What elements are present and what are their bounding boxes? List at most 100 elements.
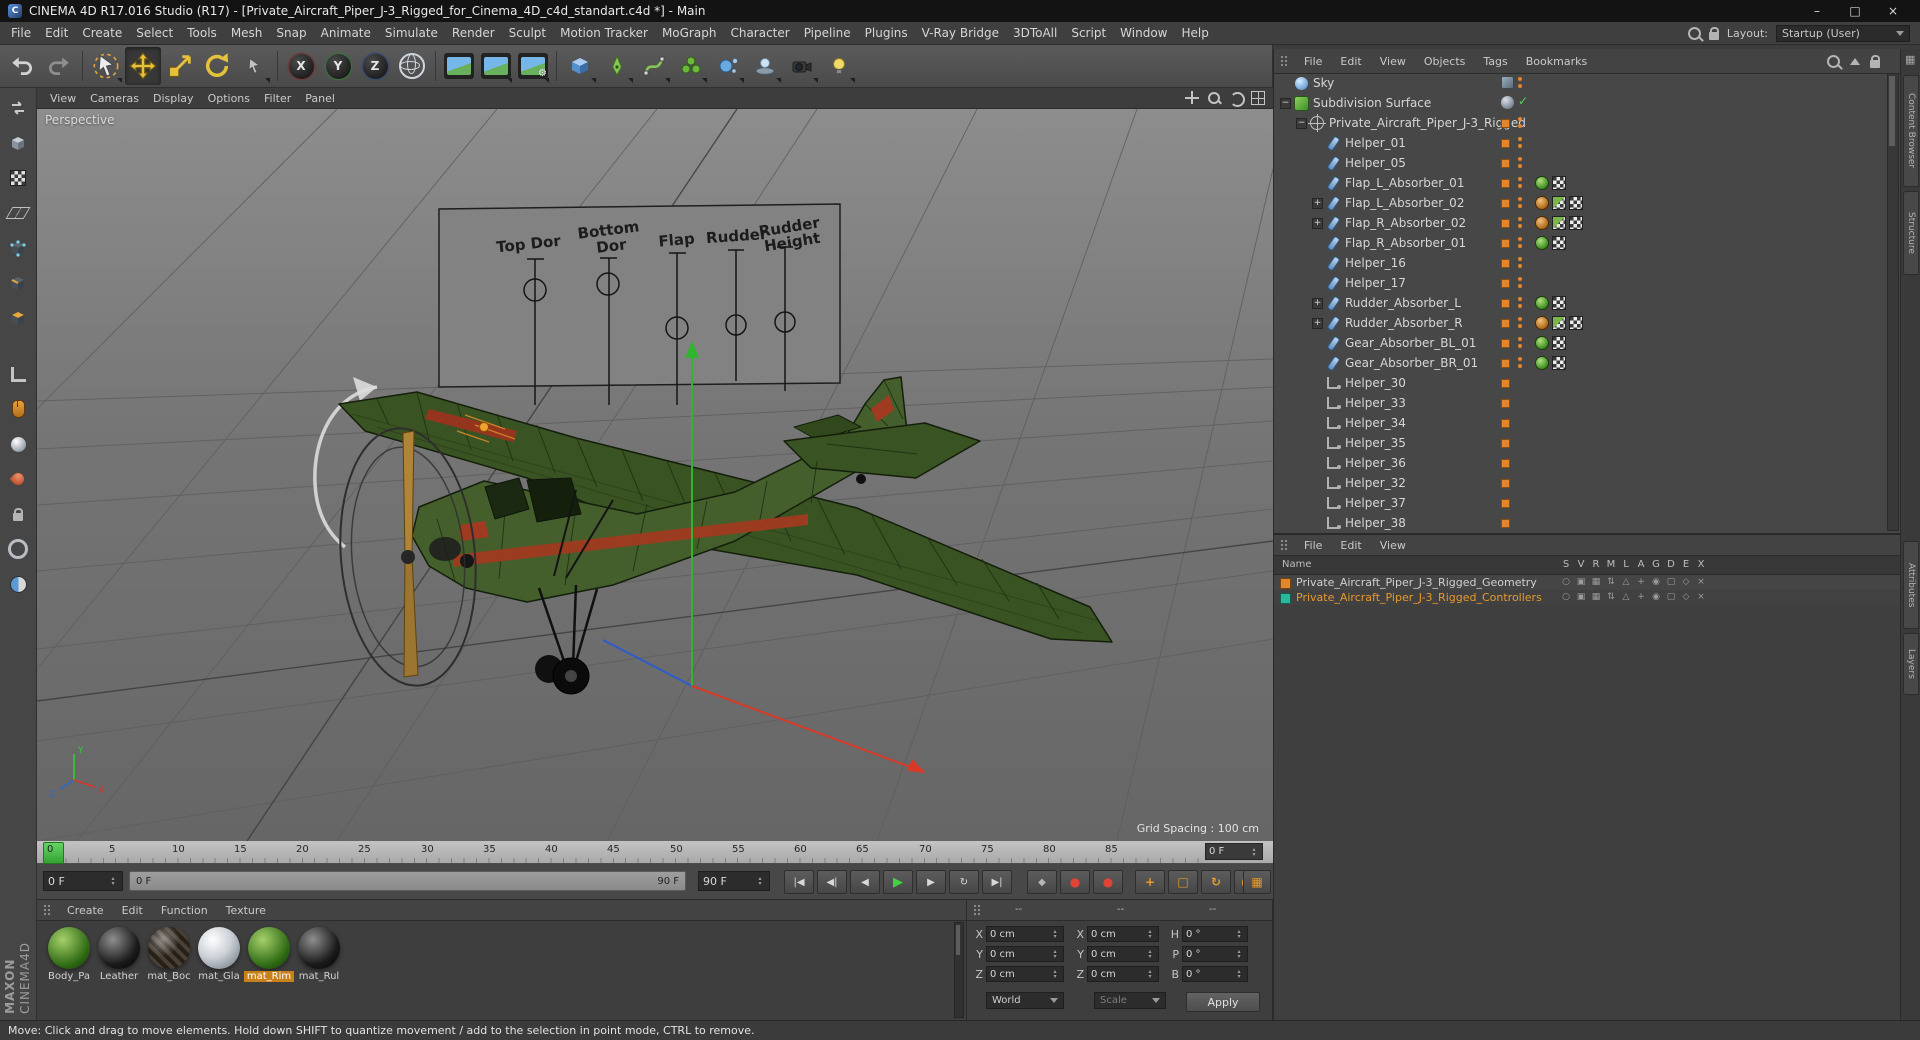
tree-item-helper-34[interactable]: Helper_34	[1274, 413, 1888, 433]
visibility-dots-icon[interactable]	[1518, 197, 1522, 201]
toggle-xref-icon[interactable]: ×	[1694, 577, 1708, 587]
toggle-generators-icon[interactable]: ◉	[1649, 592, 1663, 602]
size-y-field[interactable]: 0 cm	[1087, 946, 1159, 962]
texture-tag-icon[interactable]	[1552, 296, 1566, 310]
light-button[interactable]	[821, 47, 857, 85]
enabled-check-icon[interactable]	[1518, 94, 1532, 108]
material-tag-icon[interactable]	[1552, 216, 1566, 230]
expander-icon[interactable]	[1312, 297, 1325, 309]
add-cube-button[interactable]	[562, 47, 598, 85]
layer-chip[interactable]	[1501, 399, 1510, 408]
z-axis-handle[interactable]	[602, 639, 693, 687]
material-body-pa[interactable]: Body_Pa	[45, 927, 93, 982]
restore-button[interactable]: □	[1836, 0, 1874, 22]
menu-edit[interactable]: Edit	[38, 24, 75, 42]
layer-chip[interactable]	[1501, 479, 1510, 488]
material-tag-icon[interactable]	[1535, 316, 1549, 330]
menu-vray-bridge[interactable]: V-Ray Bridge	[915, 24, 1006, 42]
menu-animate[interactable]: Animate	[314, 24, 378, 42]
material-leather[interactable]: Leather	[95, 927, 143, 982]
texture-tag-icon[interactable]	[1569, 216, 1583, 230]
stepper-icon[interactable]	[1050, 969, 1060, 979]
material-mat-gla[interactable]: mat_Gla	[195, 927, 243, 982]
tree-item-helper-33[interactable]: Helper_33	[1274, 393, 1888, 413]
menu-mesh[interactable]: Mesh	[224, 24, 270, 42]
layer-chip[interactable]	[1501, 319, 1510, 328]
mograph-button[interactable]	[673, 47, 709, 85]
vp-menu-display[interactable]: Display	[146, 91, 201, 106]
timeline-ruler[interactable]: 0 5 10 15 20 25 30 35 40 45 50 55 60 65 …	[37, 841, 1273, 864]
stepper-icon[interactable]	[1234, 949, 1244, 959]
redo-button[interactable]	[41, 47, 77, 85]
tree-item-gear-absorber-br-01[interactable]: Gear_Absorber_BR_01	[1274, 353, 1888, 373]
lock-icon[interactable]	[1708, 26, 1719, 40]
grip-icon[interactable]	[1280, 55, 1289, 67]
toggle-solo-icon[interactable]: ○	[1559, 577, 1573, 587]
layer-chip[interactable]	[1501, 359, 1510, 368]
undo-button[interactable]	[4, 47, 40, 85]
visibility-dots-icon[interactable]	[1518, 77, 1522, 81]
material-tag-icon[interactable]	[1552, 196, 1566, 210]
layer-chip[interactable]	[1501, 339, 1510, 348]
tree-item-flap-r-absorber-01[interactable]: Flap_R_Absorber_01	[1274, 233, 1888, 253]
toggle-render-icon[interactable]: ▦	[1589, 577, 1603, 587]
toggle-expressions-icon[interactable]: ◇	[1679, 577, 1693, 587]
spline-button[interactable]	[636, 47, 672, 85]
polygons-mode-button[interactable]	[3, 303, 33, 333]
sculpt-button[interactable]	[3, 429, 33, 459]
visibility-dots-icon[interactable]	[1518, 257, 1522, 261]
menu-window[interactable]: Window	[1113, 24, 1174, 42]
menu-tools[interactable]: Tools	[180, 24, 224, 42]
previous-frame-button[interactable]: ◀	[850, 870, 880, 894]
stepper-icon[interactable]	[1145, 949, 1155, 959]
menu-character[interactable]: Character	[723, 24, 796, 42]
layer-chip[interactable]	[1501, 199, 1510, 208]
tree-item-helper-17[interactable]: Helper_17	[1274, 273, 1888, 293]
goto-end-button[interactable]: ▶|	[982, 870, 1012, 894]
tree-item-subdivision-surface[interactable]: Subdivision Surface	[1274, 93, 1888, 113]
keyframe-selection-button[interactable]: ▦	[1243, 870, 1271, 894]
visibility-dots-icon[interactable]	[1518, 117, 1522, 121]
scale-tool-button[interactable]	[162, 47, 198, 85]
stepper-icon[interactable]	[1234, 969, 1244, 979]
parent-up-icon[interactable]	[1850, 57, 1860, 65]
apply-button[interactable]: Apply	[1186, 992, 1260, 1012]
toggle-view-icon[interactable]: ▣	[1574, 577, 1588, 587]
stepper-icon[interactable]	[1050, 949, 1060, 959]
enable-axis-button[interactable]	[3, 359, 33, 389]
end-frame-field[interactable]: 90 F	[698, 871, 770, 891]
size-x-field[interactable]: 0 cm	[1087, 926, 1159, 942]
stepper-icon[interactable]	[108, 876, 118, 886]
scale-dropdown[interactable]: Scale	[1094, 992, 1166, 1009]
toggle-animation-icon[interactable]: +	[1634, 592, 1648, 602]
visibility-dots-icon[interactable]	[1518, 177, 1522, 181]
stepper-icon[interactable]	[1050, 929, 1060, 939]
toggle-generators-icon[interactable]: ◉	[1649, 577, 1663, 587]
grip-icon[interactable]	[973, 904, 982, 916]
rot-p-field[interactable]: 0 °	[1182, 946, 1248, 962]
layer-chip[interactable]	[1501, 219, 1510, 228]
menu-simulate[interactable]: Simulate	[378, 24, 445, 42]
menu-snap[interactable]: Snap	[269, 24, 313, 42]
world-dropdown[interactable]: World	[986, 992, 1064, 1009]
stepper-icon[interactable]	[1234, 929, 1244, 939]
points-mode-button[interactable]	[3, 233, 33, 263]
material-tag-icon[interactable]	[1552, 316, 1566, 330]
texture-tag-icon[interactable]	[1569, 316, 1583, 330]
layer-menu-edit[interactable]: Edit	[1333, 538, 1368, 553]
om-menu-bookmarks[interactable]: Bookmarks	[1519, 54, 1594, 69]
lock-z-axis-button[interactable]: Z	[357, 47, 393, 85]
grip-icon[interactable]	[43, 904, 52, 916]
om-menu-objects[interactable]: Objects	[1417, 54, 1473, 69]
preview-range-slider[interactable]: 0 F 90 F	[129, 871, 686, 891]
close-button[interactable]: ×	[1874, 0, 1912, 22]
tree-item-helper-16[interactable]: Helper_16	[1274, 253, 1888, 273]
frame-increment-field[interactable]: 0 F	[1205, 843, 1263, 860]
material-menu-function[interactable]: Function	[154, 903, 215, 918]
vp-menu-options[interactable]: Options	[201, 91, 257, 106]
toggle-solo-icon[interactable]: ○	[1559, 592, 1573, 602]
layer-chip[interactable]	[1501, 379, 1510, 388]
texture-tag-icon[interactable]	[1552, 236, 1566, 250]
om-menu-edit[interactable]: Edit	[1333, 54, 1368, 69]
tree-item-rudder-absorber-r[interactable]: Rudder_Absorber_R	[1274, 313, 1888, 333]
